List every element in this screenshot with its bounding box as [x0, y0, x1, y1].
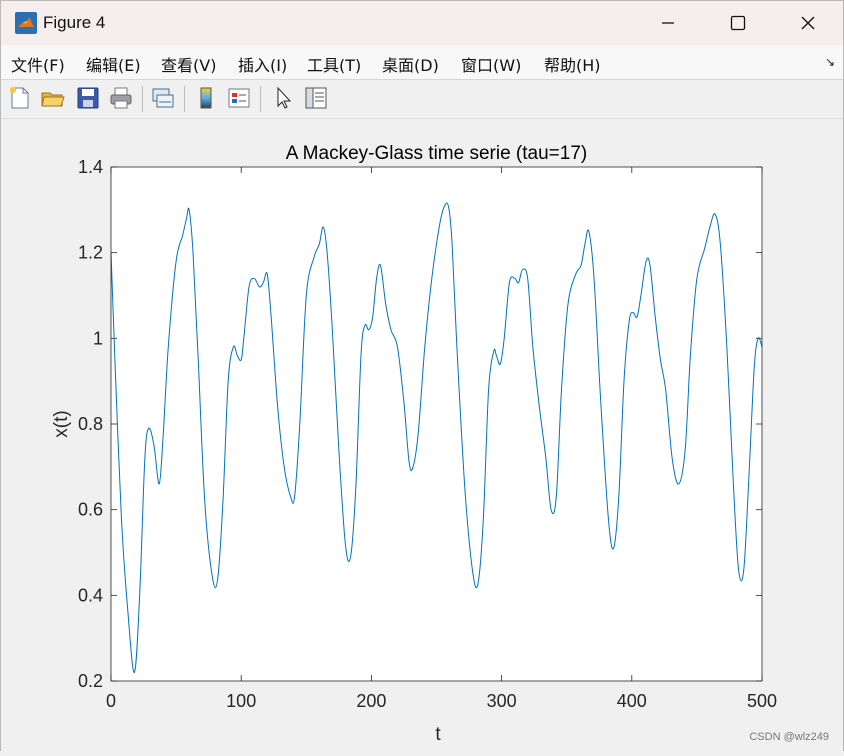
matlab-logo-icon [15, 12, 37, 34]
new-figure-icon[interactable] [7, 85, 33, 111]
toolbar-separator [184, 86, 185, 112]
menu-edit[interactable]: 编辑(E) [86, 52, 141, 76]
figure-toolbar [1, 80, 843, 119]
x-tick-label: 400 [617, 691, 647, 711]
y-tick-label: 1.2 [78, 243, 103, 263]
figure-canvas: 0 100 200 300 400 500 0.2 0.4 0.6 0.8 1 1.2 1.4 A Ma… [1, 119, 843, 751]
y-axis-label: x(t) [51, 410, 72, 437]
menu-tools[interactable]: 工具(T) [307, 52, 361, 76]
close-icon [801, 16, 815, 30]
menu-bar: 文件(F) 编辑(E) 查看(V) 插入(I) 工具(T) 桌面(D) 窗口(W… [1, 45, 843, 80]
toolbar-separator [142, 86, 143, 112]
colorbar-icon[interactable] [193, 85, 219, 111]
menu-insert[interactable]: 插入(I) [238, 52, 287, 76]
y-tick-label: 0.8 [78, 414, 103, 434]
minimize-button[interactable] [633, 1, 703, 45]
toolbar-separator [260, 86, 261, 112]
save-icon[interactable] [75, 85, 101, 111]
watermark-text: CSDN @wlz249 [749, 731, 829, 743]
y-tick-label: 0.4 [78, 585, 103, 605]
x-tick-label: 100 [226, 691, 256, 711]
window-title: Figure 4 [43, 13, 106, 32]
x-tick-label: 200 [356, 691, 386, 711]
y-tick-label: 1.4 [78, 157, 103, 177]
menu-window[interactable]: 窗口(W) [461, 52, 521, 76]
maximize-icon [730, 15, 746, 31]
property-inspector-icon[interactable] [303, 85, 329, 111]
maximize-button[interactable] [703, 1, 773, 45]
print-icon[interactable] [108, 85, 134, 111]
chart-title: A Mackey-Glass time serie (tau=17) [286, 143, 587, 164]
link-plot-icon[interactable] [150, 85, 176, 111]
plot-svg: 0 100 200 300 400 500 0.2 0.4 0.6 0.8 1 1.2 1.4 A Ma… [51, 143, 777, 745]
x-axis-label: t [435, 724, 441, 745]
title-bar[interactable]: Figure 4 [1, 1, 843, 45]
y-tick-label: 1 [93, 328, 103, 348]
x-tick-label: 0 [106, 691, 116, 711]
open-file-icon[interactable] [40, 85, 66, 111]
edit-plot-arrow-icon[interactable] [271, 85, 297, 111]
dock-figure-icon[interactable]: ↘ [825, 55, 835, 69]
menu-desktop[interactable]: 桌面(D) [382, 52, 439, 76]
menu-help[interactable]: 帮助(H) [544, 52, 601, 76]
legend-icon[interactable] [226, 85, 252, 111]
menu-view[interactable]: 查看(V) [161, 52, 216, 76]
y-tick-label: 0.2 [78, 671, 103, 691]
figure-window: Figure 4 文件(F) 编辑(E) 查看(V) 插入(I) 工具(T) 桌… [0, 0, 844, 751]
x-tick-label: 300 [487, 691, 517, 711]
close-button[interactable] [773, 1, 843, 45]
x-tick-label: 500 [747, 691, 777, 711]
minimize-icon [662, 22, 674, 24]
y-tick-label: 0.6 [78, 500, 103, 520]
menu-file[interactable]: 文件(F) [11, 52, 65, 76]
